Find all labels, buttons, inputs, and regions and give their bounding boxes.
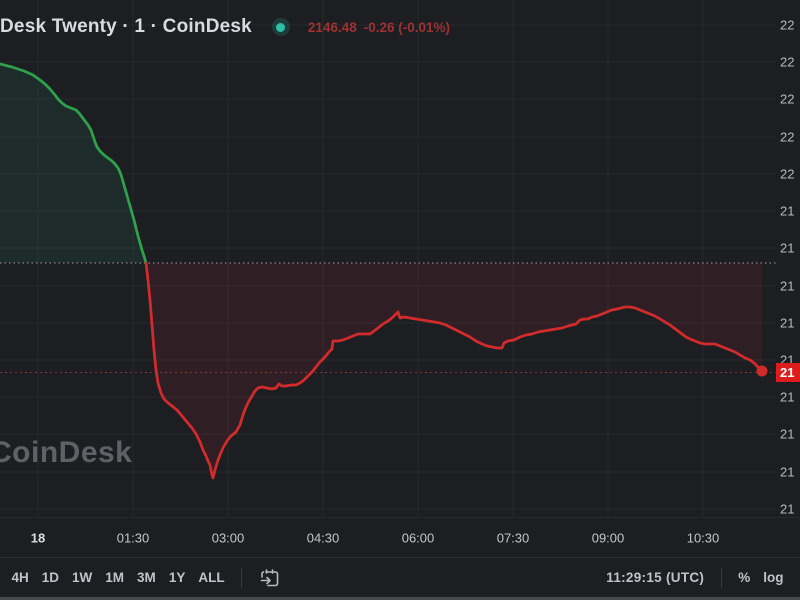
y-axis-label: 22	[780, 130, 794, 145]
above-baseline-green-fill	[0, 64, 146, 263]
y-axis-label: 22	[780, 167, 794, 182]
x-axis-label: 04:30	[307, 531, 340, 546]
x-axis-label: 18	[31, 531, 45, 546]
y-axis-label: 22	[780, 55, 794, 70]
range-button-1y[interactable]: 1Y	[169, 566, 186, 589]
go-to-date-button[interactable]	[259, 563, 281, 593]
y-axis-label: 21	[780, 465, 794, 480]
legend-last-price: 2146.48	[308, 20, 357, 35]
x-axis-label: 10:30	[687, 531, 720, 546]
toolbar-divider	[241, 568, 242, 588]
x-axis-label: 06:00	[402, 531, 435, 546]
y-axis-label: 21	[780, 502, 794, 517]
x-axis-label: 03:00	[212, 531, 245, 546]
y-axis-label: 21	[780, 279, 794, 294]
last-price-tag-text: 21	[776, 365, 794, 380]
coindesk-watermark: CoinDesk	[0, 436, 132, 470]
legend-change: -0.26 (-0.01%)	[364, 20, 450, 35]
timezone-clock-button[interactable]: 11:29:15 (UTC)	[606, 566, 704, 589]
y-axis-label: 21	[780, 390, 794, 405]
range-button-4h[interactable]: 4H	[12, 566, 29, 589]
range-button-1w[interactable]: 1W	[72, 566, 92, 589]
market-status-dot-icon	[272, 18, 290, 36]
x-axis[interactable]: 18 01:30 03:00 04:30 06:00 07:30 09:00 10:30	[0, 517, 800, 558]
below-baseline-red-fill	[146, 263, 762, 478]
y-axis[interactable]: 22 22 22 22 22 21 21 21 21 21 21 21 21 21	[776, 0, 800, 517]
legend: Desk Twenty · 1 · CoinDesk 2146.48 -0.26…	[0, 14, 450, 40]
symbol-title: Desk Twenty · 1 · CoinDesk	[0, 16, 252, 38]
range-button-all[interactable]: ALL	[198, 566, 224, 589]
bottom-toolbar: 4H 1D 1W 1M 3M 1Y ALL 11:29:15 (UTC) % l…	[0, 557, 800, 597]
log-scale-button[interactable]: log	[763, 566, 783, 589]
y-axis-label: 21	[780, 427, 794, 442]
range-button-1d[interactable]: 1D	[42, 566, 59, 589]
chart-widget: 22 22 22 22 22 21 21 21 21 21 21 21 21 21 21 Desk Twe…	[0, 0, 800, 600]
range-button-3m[interactable]: 3M	[137, 566, 156, 589]
y-axis-label: 21	[780, 241, 794, 256]
calendar-icon	[259, 567, 281, 589]
y-axis-label: 21	[780, 316, 794, 331]
x-axis-label: 07:30	[497, 531, 530, 546]
y-axis-label: 21	[780, 204, 794, 219]
last-price-dot	[757, 366, 768, 377]
toolbar-divider	[721, 568, 722, 588]
percent-scale-button[interactable]: %	[738, 566, 750, 589]
x-axis-label: 09:00	[592, 531, 625, 546]
range-button-1m[interactable]: 1M	[105, 566, 124, 589]
market-status-dot-core-icon	[276, 23, 285, 32]
y-axis-label: 22	[780, 92, 794, 107]
y-axis-label: 22	[780, 18, 794, 33]
last-price-tag: 21	[776, 363, 800, 382]
x-axis-label: 01:30	[117, 531, 150, 546]
